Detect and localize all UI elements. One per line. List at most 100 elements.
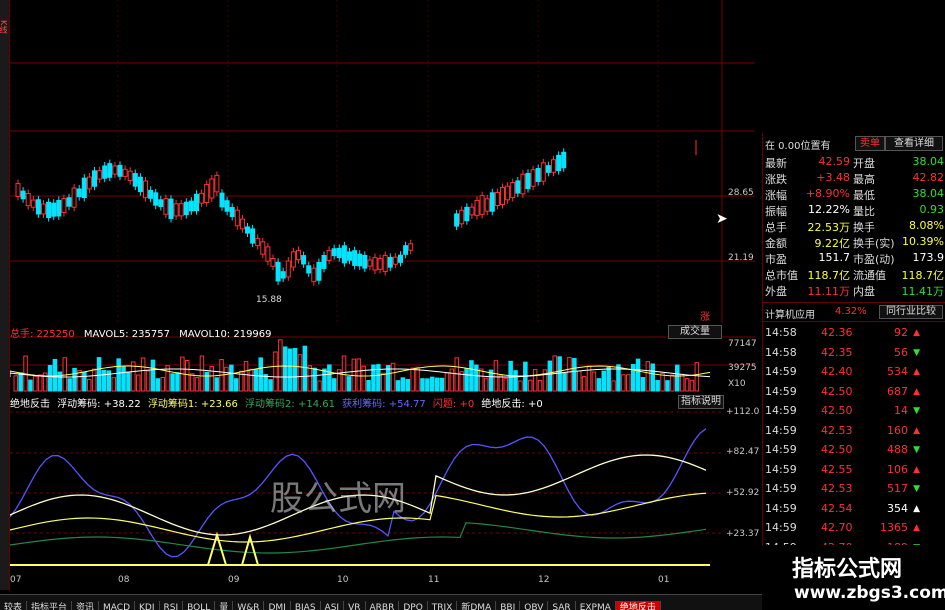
arrow-up-icon: ▲ — [913, 425, 920, 436]
price-marker-label: 涨 — [700, 312, 710, 323]
quote-label: 振幅 — [765, 205, 787, 218]
promo-banner[interactable]: 指标公式网 www.zbgs3.com — [762, 545, 945, 609]
volume-axis-label-3: X10 — [728, 379, 746, 389]
quote-label: 涨跌 — [765, 173, 787, 186]
quote-label: 金额 — [765, 237, 787, 250]
arrow-up-icon: ▲ — [913, 367, 920, 377]
left-sidebar[interactable]: K线 — [0, 0, 10, 590]
indicator-f5: 闪题: +0 — [432, 399, 475, 410]
trade-row: 14:59 42.50 14 ▼ — [763, 404, 945, 422]
sector-name[interactable]: 计算机应用 — [765, 306, 815, 321]
trade-time: 14:59 — [765, 501, 797, 515]
price-chart[interactable] — [9, 0, 755, 323]
quote-value: 10.39% — [902, 235, 944, 248]
volume-ma10: MAVOL10: 219969 — [179, 329, 272, 340]
quote-label: 市盈 — [765, 253, 787, 266]
quote-panel: 在 0.00位置有 卖单 查看详细 最新 42.59 开盘 38.04 涨跌 +3… — [762, 133, 945, 609]
arrow-up-icon: ▲ — [913, 328, 920, 338]
arrow-up-icon: ▲ — [913, 386, 920, 397]
quote-value: 8.08% — [909, 219, 944, 232]
quote-value: 12.22% — [808, 203, 850, 216]
month-label: 12 — [538, 575, 550, 585]
quote-label: 外盘 — [765, 285, 787, 298]
volume-ma5: MAVOL5: 235757 — [83, 329, 170, 340]
price-chart-panel[interactable]: 28.65 21.19 15.88 涨 ➤ — [9, 0, 755, 323]
arrow-down-icon: ▼ — [913, 484, 920, 494]
indicator-help-button[interactable]: 指标说明 — [678, 395, 724, 409]
trade-row: 14:59 42.50 687 ▲ — [763, 385, 945, 403]
trade-volume: 488 — [887, 443, 908, 456]
indicator-chart-panel[interactable]: 绝地反击 浮动筹码: +38.22 浮动筹码1: +23.66 浮动筹码2: +… — [9, 395, 759, 573]
trade-volume: 56 — [894, 345, 908, 359]
trade-volume: 1365 — [880, 521, 908, 534]
trade-volume: 687 — [887, 384, 908, 398]
trade-time: 14:59 — [765, 443, 797, 456]
indicator-name: 绝地反击 — [10, 399, 50, 410]
quote-label: 总手 — [765, 221, 787, 234]
quote-label: 换手(实) — [853, 237, 895, 250]
arrow-down-icon: ▼ — [913, 445, 920, 455]
trade-price: 42.54 — [821, 501, 853, 515]
trade-volume: 534 — [887, 365, 908, 378]
cursor-arrow-icon: ➤ — [716, 211, 728, 227]
quote-label: 开盘 — [853, 157, 875, 170]
quote-value: 11.41万 — [901, 285, 945, 298]
trade-volume: 160 — [887, 423, 908, 437]
quote-label: 最高 — [853, 173, 875, 186]
trade-time: 14:59 — [765, 384, 797, 398]
x-axis: 07 08 09 10 11 12 01 — [10, 575, 755, 587]
promo-title: 指标公式网 — [792, 557, 903, 582]
price-min-label: 15.88 — [256, 295, 282, 305]
trade-row: 14:59 42.53 160 ▲ — [763, 424, 945, 442]
quote-label: 流通值 — [853, 269, 886, 282]
trade-price: 42.50 — [821, 384, 853, 398]
volume-chart-panel[interactable]: 总手: 225250 MAVOL5: 235757 MAVOL10: 21996… — [9, 325, 757, 393]
trade-row: 14:58 42.36 92 ▲ — [763, 326, 945, 344]
quote-value: 38.04 — [912, 155, 945, 168]
industry-compare-button[interactable]: 同行业比较 — [879, 305, 943, 319]
indicator-f4: 获利筹码: +54.77 — [342, 399, 426, 410]
quote-label: 市盈(动) — [853, 253, 895, 266]
trade-price: 42.55 — [821, 462, 853, 476]
trade-time: 14:58 — [765, 345, 797, 359]
trade-row: 14:58 42.35 56 ▼ — [763, 346, 945, 364]
quote-label: 总市值 — [765, 269, 798, 282]
indicator-f3: 浮动筹码2: +14.61 — [245, 399, 335, 410]
arrow-down-icon: ▼ — [913, 406, 920, 416]
trade-volume: 14 — [894, 404, 908, 417]
sell-order-button[interactable]: 卖单 — [855, 136, 885, 151]
month-label: 08 — [118, 575, 130, 585]
trade-row: 14:59 42.40 534 ▲ — [763, 365, 945, 383]
quote-value: +3.48 — [816, 171, 850, 184]
trade-time: 14:59 — [765, 462, 797, 476]
trade-row: 14:59 42.53 517 ▼ — [763, 482, 945, 500]
trade-price: 42.40 — [821, 365, 853, 378]
indicator-tab-bar[interactable]: 较表 指标平台 资讯 MACD KDJ RSI BOLL 量 W&R DMI BIAS ASI VR AR… — [0, 594, 762, 610]
month-label: 09 — [228, 575, 240, 585]
volume-menu-button[interactable]: 成交量 — [668, 325, 722, 339]
promo-url: www.zbgs3.com — [794, 583, 945, 603]
watermark-text: 股公式网 — [270, 479, 406, 519]
trade-volume: 106 — [887, 462, 908, 476]
quote-label: 最低 — [853, 189, 875, 202]
quote-value: 0.93 — [919, 203, 945, 216]
quote-value: 9.22亿 — [814, 237, 851, 250]
view-detail-button[interactable]: 查看详细 — [885, 136, 943, 151]
quote-label: 内盘 — [853, 285, 875, 298]
position-label: 在 0.00位置有 — [765, 141, 831, 152]
indicator-header: 绝地反击 浮动筹码: +38.22 浮动筹码1: +23.66 浮动筹码2: +… — [10, 395, 543, 410]
quote-value: 11.11万 — [807, 285, 851, 298]
trade-time: 14:58 — [765, 326, 797, 339]
sector-change: 4.32% — [835, 306, 867, 317]
trade-price: 42.36 — [821, 326, 853, 339]
volume-axis-label-1: 77147 — [728, 339, 757, 349]
trade-price: 42.50 — [821, 404, 853, 417]
trade-volume: 92 — [894, 326, 908, 339]
indicator-axis-label-1: +112.0 — [726, 407, 760, 417]
quote-value: 173.9 — [912, 251, 945, 264]
trade-price: 42.53 — [821, 423, 853, 437]
quote-label: 最新 — [765, 157, 787, 170]
trade-time: 14:59 — [765, 404, 797, 417]
quote-label: 涨幅 — [765, 189, 787, 202]
month-label: 01 — [658, 575, 670, 585]
